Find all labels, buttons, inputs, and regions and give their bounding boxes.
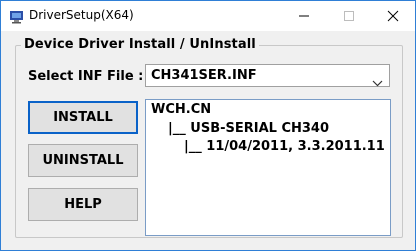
close-button[interactable] (370, 1, 415, 31)
driver-setup-window: DriverSetup(X64) Device Driver Install /… (0, 0, 416, 251)
inf-file-value: CH341SER.INF (151, 68, 257, 83)
info-vendor: WCH.CN (151, 102, 212, 117)
help-button[interactable]: HELP (28, 188, 138, 221)
app-icon (8, 7, 26, 25)
inf-file-select[interactable]: CH341SER.INF (145, 64, 390, 87)
window-title: DriverSetup(X64) (29, 8, 134, 22)
maximize-button[interactable] (326, 1, 371, 31)
chevron-down-icon[interactable] (372, 72, 383, 91)
install-button[interactable]: INSTALL (28, 101, 138, 134)
uninstall-button[interactable]: UNINSTALL (28, 144, 138, 177)
driver-info-box: WCH.CN |__ USB-SERIAL CH340 |__ 11/04/20… (145, 99, 391, 236)
minimize-button[interactable] (281, 1, 326, 31)
minimize-icon (298, 15, 309, 17)
info-device: |__ USB-SERIAL CH340 (168, 121, 330, 136)
title-bar[interactable]: DriverSetup(X64) (1, 1, 415, 31)
select-inf-label: Select INF File : (28, 69, 144, 84)
group-legend: Device Driver Install / UnInstall (21, 37, 259, 52)
maximize-icon (343, 11, 354, 21)
close-icon (387, 10, 398, 22)
info-version: |__ 11/04/2011, 3.3.2011.11 (184, 139, 385, 154)
